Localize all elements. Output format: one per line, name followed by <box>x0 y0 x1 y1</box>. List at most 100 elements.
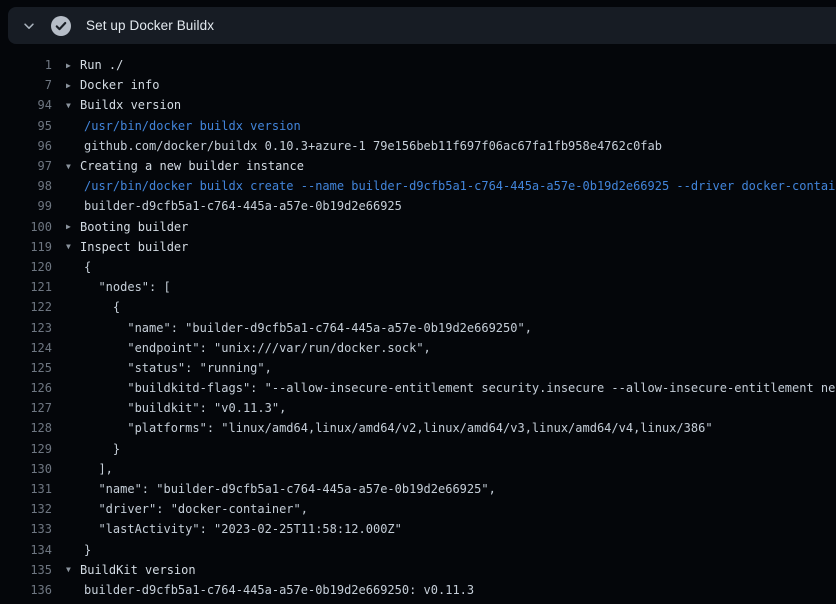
log-line: 94 ▼Buildx version <box>0 95 836 115</box>
step-header[interactable]: Set up Docker Buildx <box>8 7 836 44</box>
group-title: Docker info <box>80 78 159 92</box>
line-number[interactable]: 7 <box>0 78 52 92</box>
line-number[interactable]: 99 <box>0 199 52 213</box>
log-group-toggle[interactable]: ▶Run ./ <box>66 58 123 72</box>
log-output-text: "lastActivity": "2023-02-25T11:58:12.000… <box>66 522 402 536</box>
log-command-text: /usr/bin/docker buildx version <box>66 119 301 133</box>
group-collapsed-icon: ▶ <box>66 222 80 231</box>
log-output-text: } <box>66 543 91 557</box>
log-output-text: ], <box>66 462 113 476</box>
group-collapsed-icon: ▶ <box>66 81 80 90</box>
log-text-container: "status": "running", <box>66 361 272 375</box>
log-output-text: } <box>66 442 120 456</box>
group-expanded-icon: ▼ <box>66 101 80 110</box>
log-line: 136 builder-d9cfb5a1-c764-445a-a57e-0b19d… <box>0 580 836 600</box>
log-text-container: { <box>66 300 120 314</box>
group-collapsed-icon: ▶ <box>66 61 80 70</box>
log-command-text: /usr/bin/docker buildx create --name bui… <box>66 179 836 193</box>
log-output-text: "name": "builder-d9cfb5a1-c764-445a-a57e… <box>66 482 496 496</box>
group-title: Booting builder <box>80 220 188 234</box>
line-number[interactable]: 131 <box>0 482 52 496</box>
line-number[interactable]: 1 <box>0 58 52 72</box>
line-number[interactable]: 125 <box>0 361 52 375</box>
group-title: Inspect builder <box>80 240 188 254</box>
log-line: 128 "platforms": "linux/amd64,linux/amd6… <box>0 418 836 438</box>
line-number[interactable]: 129 <box>0 442 52 456</box>
line-number[interactable]: 136 <box>0 583 52 597</box>
log-group-toggle[interactable]: ▼Inspect builder <box>66 240 188 254</box>
line-number[interactable]: 130 <box>0 462 52 476</box>
log-line: 133 "lastActivity": "2023-02-25T11:58:12… <box>0 519 836 539</box>
log-text-container: "driver": "docker-container", <box>66 502 308 516</box>
log-line: 119 ▼Inspect builder <box>0 237 836 257</box>
group-title: BuildKit version <box>80 563 196 577</box>
log-group-toggle[interactable]: ▼BuildKit version <box>66 563 196 577</box>
log-text-container: "nodes": [ <box>66 280 171 294</box>
log-text-container: "lastActivity": "2023-02-25T11:58:12.000… <box>66 522 402 536</box>
line-number[interactable]: 119 <box>0 240 52 254</box>
log-group-toggle[interactable]: ▼Creating a new builder instance <box>66 159 304 173</box>
log-line: 99 builder-d9cfb5a1-c764-445a-a57e-0b19d2… <box>0 196 836 216</box>
log-output-text: "endpoint": "unix:///var/run/docker.sock… <box>66 341 431 355</box>
line-number[interactable]: 123 <box>0 321 52 335</box>
line-number[interactable]: 132 <box>0 502 52 516</box>
line-number[interactable]: 100 <box>0 220 52 234</box>
step-title: Set up Docker Buildx <box>86 18 214 33</box>
chevron-down-icon[interactable] <box>22 19 36 33</box>
log-output-text: "platforms": "linux/amd64,linux/amd64/v2… <box>66 421 713 435</box>
log-line: 97 ▼Creating a new builder instance <box>0 156 836 176</box>
line-number[interactable]: 94 <box>0 98 52 112</box>
log-output-text: { <box>66 260 91 274</box>
log-text-container: } <box>66 442 120 456</box>
group-title: Creating a new builder instance <box>80 159 304 173</box>
log-line: 1 ▶Run ./ <box>0 55 836 75</box>
line-number[interactable]: 95 <box>0 119 52 133</box>
line-number[interactable]: 96 <box>0 139 52 153</box>
line-number[interactable]: 126 <box>0 381 52 395</box>
log-output-text: { <box>66 300 120 314</box>
log-line: 126 "buildkitd-flags": "--allow-insecure… <box>0 378 836 398</box>
log-output-text: "buildkitd-flags": "--allow-insecure-ent… <box>66 381 836 395</box>
group-expanded-icon: ▼ <box>66 565 80 574</box>
line-number[interactable]: 134 <box>0 543 52 557</box>
log-line: 134} <box>0 540 836 560</box>
log-line: 121 "nodes": [ <box>0 277 836 297</box>
log-group-toggle[interactable]: ▶Docker info <box>66 78 159 92</box>
log-text-container: "buildkitd-flags": "--allow-insecure-ent… <box>66 381 836 395</box>
log-output-text: github.com/docker/buildx 0.10.3+azure-1 … <box>66 139 662 153</box>
line-number[interactable]: 133 <box>0 522 52 536</box>
line-number[interactable]: 97 <box>0 159 52 173</box>
check-circle-icon <box>51 16 71 36</box>
line-number[interactable]: 135 <box>0 563 52 577</box>
log-output-text: "nodes": [ <box>66 280 171 294</box>
log-group-toggle[interactable]: ▶Booting builder <box>66 220 188 234</box>
line-number[interactable]: 121 <box>0 280 52 294</box>
log-output-text: builder-d9cfb5a1-c764-445a-a57e-0b19d2e6… <box>66 199 402 213</box>
line-number[interactable]: 122 <box>0 300 52 314</box>
log-text-container: builder-d9cfb5a1-c764-445a-a57e-0b19d2e6… <box>66 583 474 597</box>
log-line: 7 ▶Docker info <box>0 75 836 95</box>
log-text-container: "name": "builder-d9cfb5a1-c764-445a-a57e… <box>66 321 532 335</box>
line-number[interactable]: 128 <box>0 421 52 435</box>
log-line: 120 { <box>0 257 836 277</box>
line-number[interactable]: 120 <box>0 260 52 274</box>
log-text-container: /usr/bin/docker buildx create --name bui… <box>66 179 836 193</box>
line-number[interactable]: 98 <box>0 179 52 193</box>
group-expanded-icon: ▼ <box>66 162 80 171</box>
line-number[interactable]: 124 <box>0 341 52 355</box>
log-text-container: github.com/docker/buildx 0.10.3+azure-1 … <box>66 139 662 153</box>
log-group-toggle[interactable]: ▼Buildx version <box>66 98 181 112</box>
log-text-container: "name": "builder-d9cfb5a1-c764-445a-a57e… <box>66 482 496 496</box>
group-expanded-icon: ▼ <box>66 242 80 251</box>
log-line: 127 "buildkit": "v0.11.3", <box>0 398 836 418</box>
log-output-text: "driver": "docker-container", <box>66 502 308 516</box>
log-output-text: "buildkit": "v0.11.3", <box>66 401 286 415</box>
log-line: 95/usr/bin/docker buildx version <box>0 116 836 136</box>
line-number[interactable]: 127 <box>0 401 52 415</box>
log-line: 135 ▼BuildKit version <box>0 560 836 580</box>
group-title: Run ./ <box>80 58 123 72</box>
log-text-container: /usr/bin/docker buildx version <box>66 119 301 133</box>
log-text-container: ], <box>66 462 113 476</box>
log-text-container: { <box>66 260 91 274</box>
log-line: 98/usr/bin/docker buildx create --name b… <box>0 176 836 196</box>
